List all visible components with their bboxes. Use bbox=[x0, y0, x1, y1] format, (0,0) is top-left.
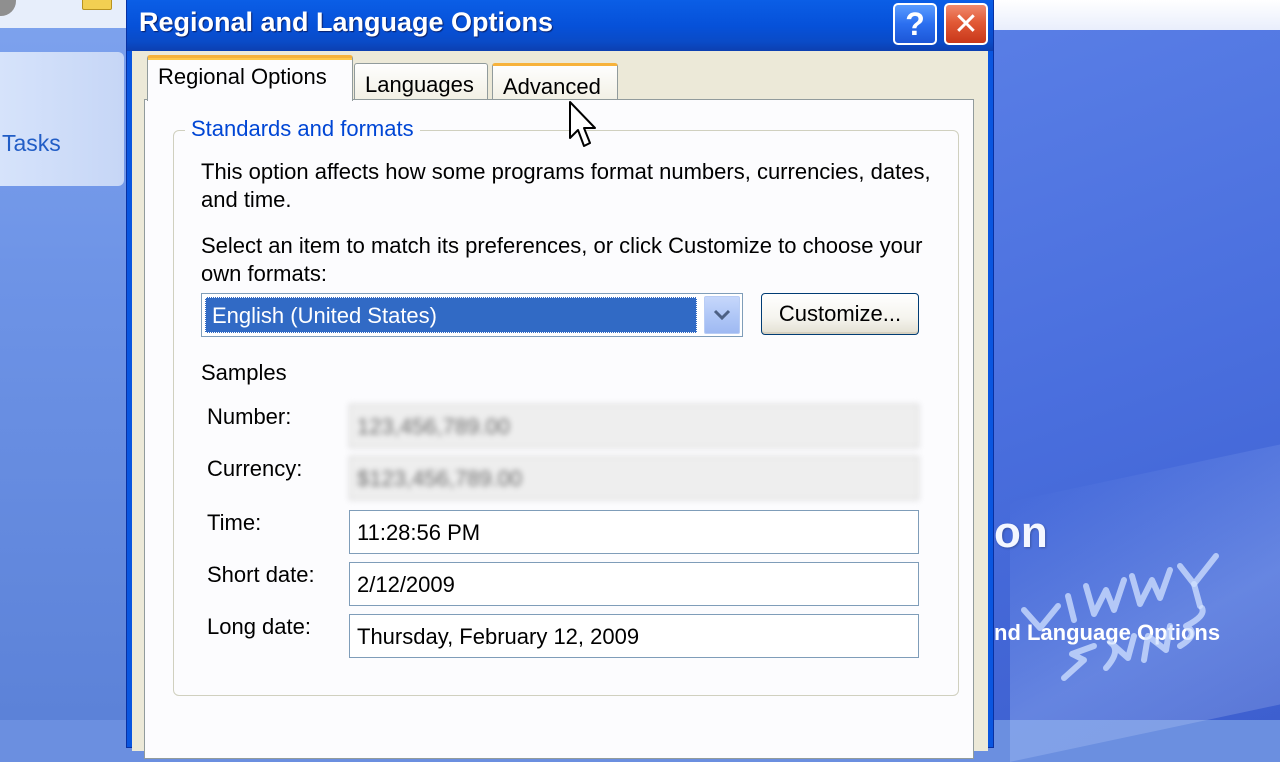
instruction-text: Select an item to match its preferences,… bbox=[201, 233, 923, 286]
chevron-down-icon bbox=[713, 309, 731, 321]
short-date-sample-field: 2/12/2009 bbox=[349, 562, 919, 606]
customize-button[interactable]: Customize... bbox=[761, 293, 919, 335]
background-right-top-strip bbox=[990, 0, 1280, 30]
question-mark-icon: ? bbox=[905, 5, 925, 42]
folder-icon bbox=[82, 0, 112, 10]
locale-selected-value: English (United States) bbox=[205, 297, 697, 333]
description-text: This option affects how some programs fo… bbox=[201, 159, 931, 212]
currency-label: Currency: bbox=[207, 456, 303, 481]
tab-label: Advanced bbox=[503, 74, 601, 99]
long-date-sample-field: Thursday, February 12, 2009 bbox=[349, 614, 919, 658]
tab-label: Languages bbox=[365, 72, 474, 97]
tab-advanced[interactable]: Advanced bbox=[492, 63, 618, 103]
samples-label: Samples bbox=[201, 360, 287, 385]
mouse-pointer-icon bbox=[569, 101, 596, 147]
background-subheading: nd Language Options bbox=[994, 620, 1221, 645]
tab-languages[interactable]: Languages bbox=[354, 63, 488, 103]
number-sample-field: 123,456,789.00 bbox=[349, 404, 919, 448]
close-icon: ✕ bbox=[953, 7, 979, 41]
title-bar[interactable]: Regional and Language Options ? ✕ bbox=[127, 0, 993, 51]
task-panel-link[interactable]: Tasks bbox=[2, 130, 61, 157]
long-date-label: Long date: bbox=[207, 614, 311, 639]
regional-options-page: Standards and formats This option affect… bbox=[144, 99, 974, 759]
background-heading: on bbox=[994, 508, 1048, 557]
dialog-title: Regional and Language Options bbox=[139, 7, 554, 37]
tab-label: Regional Options bbox=[158, 64, 327, 89]
task-panel bbox=[0, 52, 124, 186]
currency-sample-field: $123,456,789.00 bbox=[349, 456, 919, 500]
time-sample-field: 11:28:56 PM bbox=[349, 510, 919, 554]
standards-group-label: Standards and formats bbox=[185, 116, 420, 142]
locale-dropdown[interactable]: English (United States) bbox=[201, 293, 743, 337]
regional-language-dialog: Regional and Language Options ? ✕ Region… bbox=[126, 0, 994, 759]
close-button[interactable]: ✕ bbox=[944, 3, 988, 45]
dialog-client-area: Regional Options Languages Advanced Stan… bbox=[132, 51, 988, 759]
help-button[interactable]: ? bbox=[893, 3, 937, 45]
dropdown-button[interactable] bbox=[704, 296, 740, 334]
tab-regional-options[interactable]: Regional Options bbox=[147, 55, 353, 101]
time-label: Time: bbox=[207, 510, 262, 535]
short-date-label: Short date: bbox=[207, 562, 315, 587]
number-label: Number: bbox=[207, 404, 292, 429]
